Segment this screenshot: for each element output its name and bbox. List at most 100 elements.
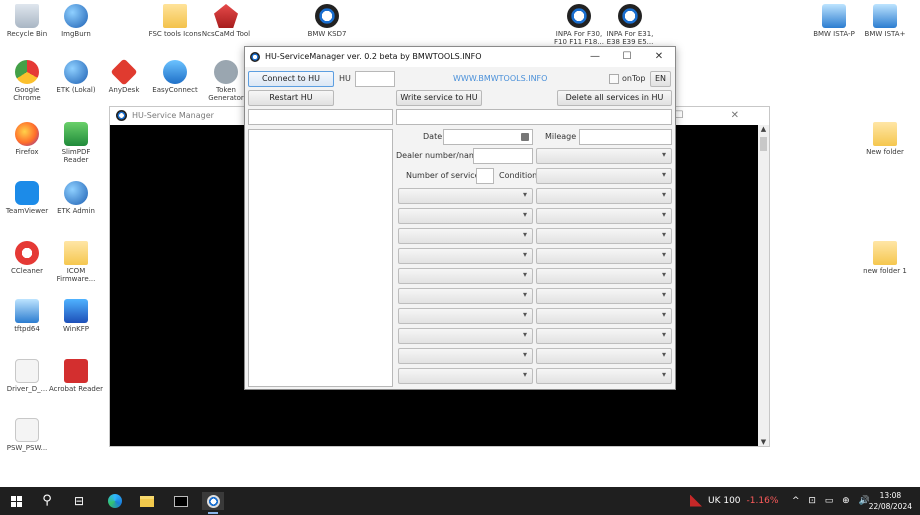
service-detail-input[interactable]: [396, 109, 672, 125]
services-list[interactable]: [248, 129, 393, 387]
condition-select[interactable]: [536, 168, 672, 184]
desktop-icon-driver[interactable]: Driver_D_...: [0, 359, 54, 393]
desktop-icon-firefox[interactable]: Firefox: [0, 122, 54, 156]
service-value-select[interactable]: [536, 208, 672, 224]
start-button[interactable]: [6, 492, 28, 510]
desktop-icon-ista-p[interactable]: BMW ISTA-P: [807, 4, 861, 38]
edge-icon[interactable]: [104, 492, 126, 510]
search-icon[interactable]: ⚲: [36, 492, 58, 510]
clock-time: 13:08: [879, 491, 902, 500]
console-scrollbar[interactable]: ▲ ▼: [758, 125, 769, 446]
desktop-icon-inpa-e31[interactable]: INPA For E31, E38 E39 E5...: [603, 4, 657, 46]
system-tray[interactable]: ^ ⊡ ▭ ⊕ 🔊: [792, 487, 873, 515]
inpa-f30-icon: [567, 4, 591, 28]
task-view-icon[interactable]: ⊟: [68, 492, 90, 510]
desktop-icon-recycle-bin[interactable]: Recycle Bin: [0, 4, 54, 38]
desktop-icon-ccleaner[interactable]: CCleaner: [0, 241, 54, 275]
icom-icon: [64, 241, 88, 265]
hu-service-manager-taskbar-icon[interactable]: [202, 492, 224, 514]
service-type-select[interactable]: [398, 288, 533, 304]
service-value-select[interactable]: [536, 328, 672, 344]
desktop-icon-icom[interactable]: ICOM Firmware...: [49, 241, 103, 283]
etk-icon: [64, 60, 88, 84]
desktop-icon-fsc-tools[interactable]: FSC tools Icons: [148, 4, 202, 38]
clock[interactable]: 13:08 22/08/2024: [869, 490, 912, 512]
folder-icon: [873, 122, 897, 146]
minimize-button[interactable]: —: [579, 47, 611, 67]
service-type-select[interactable]: [398, 208, 533, 224]
service-value-select[interactable]: [536, 368, 672, 384]
service-value-select[interactable]: [536, 348, 672, 364]
service-type-select[interactable]: [398, 188, 533, 204]
bmw-ksd-icon: [315, 4, 339, 28]
desktop-icon-imgburn[interactable]: ImgBurn: [49, 4, 103, 38]
desktop-icon-inpa-f30[interactable]: INPA For F30, F10 F11 F18...: [552, 4, 606, 46]
write-service-button[interactable]: Write service to HU: [396, 90, 482, 106]
down-arrow-icon: [690, 494, 702, 507]
desktop-icon-bmw-ksd[interactable]: BMW KSD7: [300, 4, 354, 38]
close-button[interactable]: ✕: [643, 47, 675, 67]
hu-input[interactable]: [355, 71, 395, 87]
language-button[interactable]: EN: [650, 71, 671, 87]
connect-to-hu-button[interactable]: Connect to HU: [248, 71, 334, 87]
easyconnect-icon: [163, 60, 187, 84]
firefox-icon: [15, 122, 39, 146]
service-type-select[interactable]: [398, 248, 533, 264]
desktop-icon-slimpdf[interactable]: SlimPDF Reader: [49, 122, 103, 164]
service-value-select[interactable]: [536, 188, 672, 204]
service-type-select[interactable]: [398, 328, 533, 344]
scroll-down-icon[interactable]: ▼: [758, 438, 769, 446]
file-explorer-icon[interactable]: [136, 492, 158, 510]
desktop-icon-acrobat[interactable]: Acrobat Reader: [49, 359, 103, 393]
desktop-icon-ncs-tool[interactable]: NcsCaMd Tool: [199, 4, 253, 38]
app-titlebar[interactable]: HU-ServiceManager ver. 0.2 beta by BMWTO…: [245, 47, 675, 67]
restart-hu-button[interactable]: Restart HU: [248, 90, 334, 106]
calendar-icon[interactable]: [521, 133, 529, 141]
desktop-icon-ista-plus[interactable]: BMW ISTA+: [858, 4, 912, 38]
desktop-icon-etk[interactable]: ETK (Lokal): [49, 60, 103, 94]
service-type-select[interactable]: [398, 268, 533, 284]
desktop-icon-etk-admin[interactable]: ETK Admin: [49, 181, 103, 215]
service-type-select[interactable]: [398, 308, 533, 324]
number-of-services-field[interactable]: [476, 168, 494, 184]
hu-service-manager-window[interactable]: HU-ServiceManager ver. 0.2 beta by BMWTO…: [244, 46, 676, 390]
desktop-icon-winkfp[interactable]: WinKFP: [49, 299, 103, 333]
maximize-button[interactable]: ☐: [611, 47, 643, 67]
service-value-select[interactable]: [536, 288, 672, 304]
stock-ticker[interactable]: UK 100 -1.16%: [690, 487, 778, 515]
desktop-icon-chrome[interactable]: Google Chrome: [0, 60, 54, 102]
inpa-e31-icon: [618, 4, 642, 28]
service-value-select[interactable]: [536, 308, 672, 324]
date-field[interactable]: [443, 129, 533, 145]
desktop-icon-anydesk[interactable]: AnyDesk: [97, 58, 151, 94]
ista-plus-icon: [873, 4, 897, 28]
scroll-up-icon[interactable]: ▲: [758, 125, 769, 133]
service-value-select[interactable]: [536, 228, 672, 244]
dealer-field[interactable]: [473, 148, 533, 164]
ontop-checkbox[interactable]: [609, 74, 619, 84]
teamviewer-icon: [15, 181, 39, 205]
service-value-select[interactable]: [536, 268, 672, 284]
website-link[interactable]: WWW.BMWTOOLS.INFO: [453, 71, 547, 87]
service-type-select[interactable]: [398, 368, 533, 384]
delete-all-services-button[interactable]: Delete all services in HU: [557, 90, 672, 106]
dealer-select[interactable]: [536, 148, 672, 164]
date-label: Date: [423, 132, 443, 141]
desktop-icon-easyconnect[interactable]: EasyConnect: [148, 60, 202, 94]
service-type-select[interactable]: [398, 228, 533, 244]
mileage-field[interactable]: [579, 129, 672, 145]
driver-icon: [15, 359, 39, 383]
service-type-select[interactable]: [398, 348, 533, 364]
service-filter-input[interactable]: [248, 109, 393, 125]
console-title: HU-Service Manager: [132, 111, 214, 120]
desktop-icon-new-folder-1[interactable]: new folder 1: [858, 241, 912, 275]
scrollbar-thumb[interactable]: [760, 137, 767, 151]
service-value-select[interactable]: [536, 248, 672, 264]
desktop-icon-new-folder[interactable]: New folder: [858, 122, 912, 156]
anydesk-icon: [110, 58, 138, 86]
terminal-icon[interactable]: [170, 492, 192, 510]
desktop-icon-teamviewer[interactable]: TeamViewer: [0, 181, 54, 215]
desktop-icon-psw[interactable]: PSW_PSW...: [0, 418, 54, 452]
taskbar: ⚲ ⊟ UK 100 -1.16% ^ ⊡ ▭ ⊕ 🔊 13:08 22/08/2…: [0, 487, 920, 515]
desktop-icon-tftpd[interactable]: tftpd64: [0, 299, 54, 333]
